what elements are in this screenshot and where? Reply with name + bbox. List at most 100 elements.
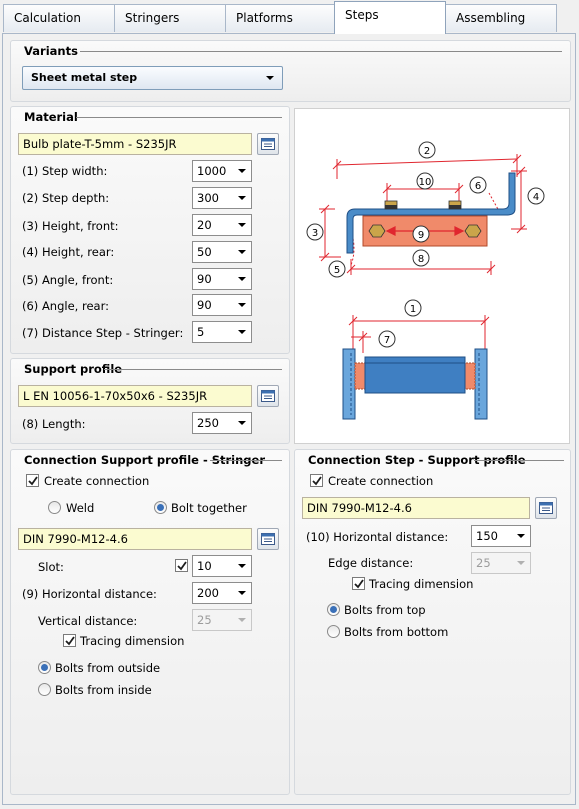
diagram-label: 9 xyxy=(418,230,424,241)
vertical-distance-select: 25 xyxy=(192,609,252,631)
horizontal-distance-label: (9) Horizontal distance: xyxy=(22,587,157,601)
bolt-together-label: Bolt together xyxy=(171,501,247,515)
checkmark-icon xyxy=(177,561,187,571)
tab-stringers[interactable]: Stringers xyxy=(114,4,226,32)
step-width-value: 1000 xyxy=(197,164,227,178)
material-library-button[interactable] xyxy=(257,133,279,155)
chevron-down-icon xyxy=(238,618,246,622)
tab-platforms[interactable]: Platforms xyxy=(225,4,337,32)
tracing-dimension-label: Tracing dimension xyxy=(369,577,474,591)
tab-calculation[interactable]: Calculation xyxy=(3,4,115,32)
create-connection-checkbox[interactable] xyxy=(310,474,323,487)
diagram-label: 2 xyxy=(424,146,430,157)
bolts-from-outside-label: Bolts from outside xyxy=(55,661,161,675)
diagram-label: 3 xyxy=(312,228,318,239)
chevron-down-icon xyxy=(238,591,246,595)
bolt-together-radio[interactable] xyxy=(154,501,167,514)
tab-steps[interactable]: Steps xyxy=(334,1,446,34)
divider xyxy=(80,51,562,52)
chevron-down-icon xyxy=(517,561,525,565)
material-title: Material xyxy=(24,110,78,124)
variants-title: Variants xyxy=(24,44,78,58)
catalog-icon xyxy=(539,502,553,514)
height-front-label: (3) Height, front: xyxy=(22,219,119,233)
checkmark-icon xyxy=(312,476,322,486)
bolt-field[interactable]: DIN 7990-M12-4.6 xyxy=(18,528,252,550)
length-select[interactable]: 250 xyxy=(192,412,252,434)
step-diagram: 2 10 6 4 3 9 5 8 1 7 xyxy=(306,141,545,420)
length-value: 250 xyxy=(197,416,219,430)
tracing-dimension-checkbox[interactable] xyxy=(352,577,365,590)
slot-select[interactable]: 10 xyxy=(192,555,252,577)
support-library-button[interactable] xyxy=(257,385,279,407)
bolts-from-outside-radio[interactable] xyxy=(38,661,51,674)
weld-radio[interactable] xyxy=(48,501,61,514)
step-depth-value: 300 xyxy=(197,191,219,205)
tab-label: Stringers xyxy=(125,11,180,25)
bolts-from-top-radio[interactable] xyxy=(327,603,340,616)
angle-front-value: 90 xyxy=(197,272,212,286)
weld-label: Weld xyxy=(66,501,95,515)
diagram-label: 10 xyxy=(419,177,432,188)
chevron-down-icon xyxy=(238,277,246,281)
chevron-down-icon xyxy=(238,169,246,173)
edge-distance-label: Edge distance: xyxy=(328,556,414,570)
height-rear-label: (4) Height, rear: xyxy=(22,245,115,259)
tracing-dimension-label: Tracing dimension xyxy=(80,634,185,648)
tab-label: Assembling xyxy=(456,11,526,25)
distance-step-stringer-select[interactable]: 5 xyxy=(192,321,252,343)
bolts-from-bottom-radio[interactable] xyxy=(327,625,340,638)
diagram-label: 1 xyxy=(410,304,416,315)
angle-rear-label: (6) Angle, rear: xyxy=(22,299,109,313)
diagram-label: 7 xyxy=(384,335,390,346)
horizontal-distance-value: 200 xyxy=(197,586,219,600)
step-depth-select[interactable]: 300 xyxy=(192,187,252,209)
edge-distance-value: 25 xyxy=(476,556,491,570)
chevron-down-icon xyxy=(517,534,525,538)
step-width-select[interactable]: 1000 xyxy=(192,160,252,182)
bolts-from-bottom-label: Bolts from bottom xyxy=(344,625,449,639)
bolts-from-top-label: Bolts from top xyxy=(344,603,426,617)
bolt-library-button[interactable] xyxy=(257,528,279,550)
horizontal-distance-value: 150 xyxy=(476,529,498,543)
tracing-dimension-checkbox[interactable] xyxy=(63,634,76,647)
bolts-from-inside-radio[interactable] xyxy=(38,683,51,696)
edge-distance-select: 25 xyxy=(471,552,531,574)
angle-front-select[interactable]: 90 xyxy=(192,268,252,290)
diagram-label: 8 xyxy=(418,254,424,265)
step-diagram-panel: 2 10 6 4 3 9 5 8 1 7 xyxy=(294,108,570,444)
diagram-label: 5 xyxy=(334,265,340,276)
length-label: (8) Length: xyxy=(22,417,86,431)
step-width-label: (1) Step width: xyxy=(22,164,108,178)
catalog-icon xyxy=(261,533,275,545)
tab-bar: Calculation Stringers Platforms Steps As… xyxy=(0,0,579,34)
create-connection-label: Create connection xyxy=(44,474,150,488)
tab-label: Calculation xyxy=(14,11,81,25)
checkmark-icon xyxy=(65,636,75,646)
chevron-down-icon xyxy=(238,196,246,200)
tab-assembling[interactable]: Assembling xyxy=(445,4,557,32)
variant-value: Sheet metal step xyxy=(31,71,138,84)
vertical-distance-label: Vertical distance: xyxy=(38,614,138,628)
divider xyxy=(474,460,564,461)
distance-step-stringer-value: 5 xyxy=(197,325,205,339)
height-rear-select[interactable]: 50 xyxy=(192,241,252,263)
chevron-down-icon xyxy=(238,223,246,227)
height-front-select[interactable]: 20 xyxy=(192,214,252,236)
material-field[interactable]: Bulb plate-T-5mm - S235JR xyxy=(18,133,252,155)
horizontal-distance-select[interactable]: 150 xyxy=(471,525,531,547)
variant-dropdown[interactable]: Sheet metal step xyxy=(22,66,283,90)
create-connection-checkbox[interactable] xyxy=(26,474,39,487)
bolt-library-button[interactable] xyxy=(535,497,557,519)
horizontal-distance-select[interactable]: 200 xyxy=(192,582,252,604)
chevron-down-icon xyxy=(238,303,246,307)
divider xyxy=(210,460,282,461)
slot-checkbox[interactable] xyxy=(175,559,188,572)
divider xyxy=(76,117,282,118)
support-profile-field[interactable]: L EN 10056-1-70x50x6 - S235JR xyxy=(18,385,252,407)
bolt-field[interactable]: DIN 7990-M12-4.6 xyxy=(302,497,530,519)
angle-rear-select[interactable]: 90 xyxy=(192,294,252,316)
slot-label: Slot: xyxy=(38,560,64,574)
divider xyxy=(104,369,282,370)
vertical-distance-value: 25 xyxy=(197,613,212,627)
